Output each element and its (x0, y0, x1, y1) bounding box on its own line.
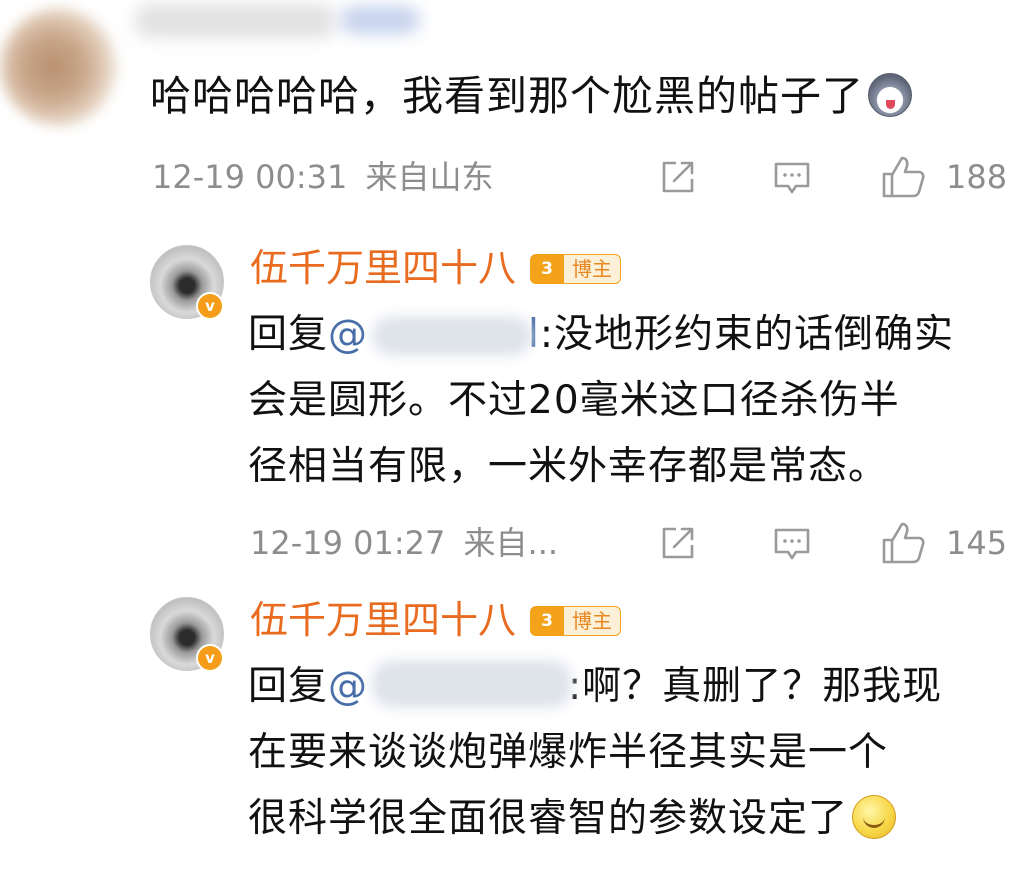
reply-line-3: 径相当有限，一米外幸存都是常态。 (248, 444, 889, 489)
like-count: 145 (946, 524, 1008, 562)
mention-blurred[interactable] (372, 660, 572, 708)
reply-line-2: 会是圆形。不过20毫米这口径杀伤半 (248, 378, 900, 423)
blogger-badge: 3 博主 (530, 253, 621, 285)
reply-location: 来自... (463, 524, 559, 562)
reply-line-1: 回复@ l:没地形约束的话倒确实 (248, 312, 954, 357)
reply-line-2: 在要来谈谈炮弹爆炸半径其实是一个 (248, 730, 889, 775)
like-icon[interactable] (880, 154, 926, 200)
reply-text: 很科学很全面很睿智的参数设定了 (248, 796, 849, 841)
commenter-avatar-blurred[interactable] (0, 8, 118, 126)
like-count: 188 (946, 158, 1008, 196)
reply-prefix: 回复 (248, 664, 329, 709)
mention-blurred[interactable] (372, 316, 532, 356)
comment-text: 哈哈哈哈哈，我看到那个尬黑的帖子了 (150, 72, 912, 121)
comment-location: 来自山东 (365, 158, 494, 196)
badge-label: 博主 (564, 254, 621, 284)
comment-icon[interactable] (772, 524, 812, 564)
comment-thread: 哈哈哈哈哈，我看到那个尬黑的帖子了 12-19 00:31 来自山东 188 v… (0, 0, 1034, 870)
reply-text: :啊？真删了？那我现 (568, 664, 943, 709)
reply-text: :没地形约束的话倒确实 (539, 312, 954, 357)
smile-emoji-icon (852, 794, 897, 839)
share-icon[interactable] (658, 523, 698, 563)
reply-prefix: 回复 (248, 312, 329, 357)
verified-badge-icon: v (196, 292, 224, 320)
comment-icon[interactable] (772, 158, 812, 198)
comment-timestamp: 12-19 00:31 (152, 158, 348, 196)
crown-icon: 3 (530, 254, 564, 284)
comment-meta: 12-19 00:31 来自山东 (152, 158, 494, 196)
like-icon[interactable] (880, 520, 926, 566)
author-name[interactable]: 伍千万里四十八 (250, 245, 516, 291)
mention-at[interactable]: @ (328, 664, 368, 709)
mention-at[interactable]: @ (328, 312, 368, 357)
author-name[interactable]: 伍千万里四十八 (250, 597, 516, 643)
commenter-badge-blurred (340, 6, 420, 34)
blogger-badge: 3 博主 (530, 605, 621, 637)
reply-line-3: 很科学很全面很睿智的参数设定了 (248, 794, 897, 843)
reply-line-1: 回复@ :啊？真删了？那我现 (248, 664, 942, 710)
share-icon[interactable] (658, 157, 698, 197)
badge-label: 博主 (564, 606, 621, 636)
reply-timestamp: 12-19 01:27 (250, 524, 446, 562)
husky-emoji-icon (868, 73, 912, 117)
comment-body: 哈哈哈哈哈，我看到那个尬黑的帖子了 (150, 72, 864, 120)
verified-badge-icon: v (196, 644, 224, 672)
reply-meta: 12-19 01:27 来自... (250, 524, 558, 562)
crown-icon: 3 (530, 606, 564, 636)
commenter-name-blurred[interactable] (135, 4, 335, 38)
